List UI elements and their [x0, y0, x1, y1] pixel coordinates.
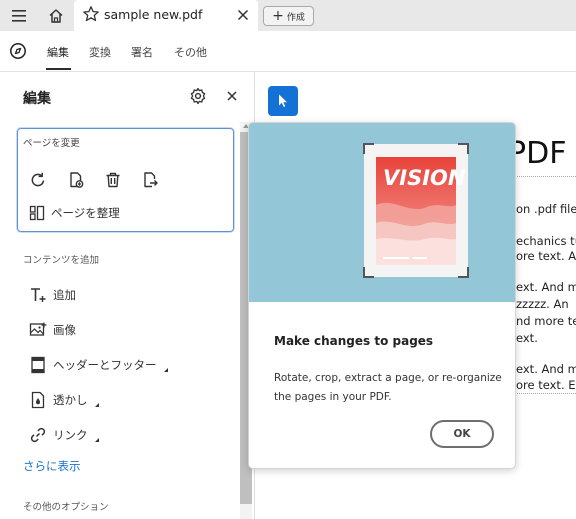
tools-icon[interactable] [9, 42, 27, 60]
text-box-border [514, 176, 576, 177]
watermark-icon [31, 391, 45, 409]
other-options-label: その他のオプション [23, 502, 109, 513]
watermark-label: 透かし [53, 393, 88, 407]
panel-title: 編集 [23, 91, 51, 107]
hamburger-icon [12, 9, 26, 22]
rotate-icon[interactable] [29, 171, 47, 189]
organize-pages-icon [29, 205, 45, 221]
coachmark-illustration: VISION [249, 123, 515, 302]
coachmark-body: Rotate, crop, extract a page, or re-orga… [274, 372, 502, 403]
coachmark-title: Make changes to pages [274, 334, 434, 348]
pdf-text-line: ext. And m [516, 280, 576, 294]
close-icon[interactable] [226, 90, 238, 102]
pdf-text-line: on .pdf file [516, 202, 576, 216]
plus-icon: + [272, 8, 284, 24]
extract-page-icon[interactable] [141, 171, 159, 189]
gear-icon[interactable] [189, 87, 207, 105]
pdf-text-line: zzzzz. An [516, 297, 569, 311]
pdf-heading-text: PDF [508, 136, 567, 171]
add-text-icon [31, 288, 46, 302]
pdf-text-line: ore text. An [516, 249, 576, 263]
pdf-text-line: ore text. Ev [516, 378, 576, 392]
star-icon[interactable] [82, 5, 100, 23]
header-footer-icon [31, 356, 45, 374]
home-button[interactable] [43, 0, 69, 31]
tab-other[interactable]: その他 [174, 44, 207, 60]
link-label: リンク [53, 428, 88, 442]
create-label: 作成 [286, 12, 305, 23]
add-image-label: 画像 [53, 323, 76, 337]
pdf-text-line: ext. [516, 331, 538, 345]
add-text-button[interactable]: 追加 [29, 286, 76, 304]
select-tool-button[interactable] [268, 86, 298, 116]
edit-panel: 編集 ページを変更 ページを整理 コンテンツを追加 追加 画像 ヘッダーとフッタ… [0, 72, 255, 519]
add-text-label: 追加 [53, 288, 76, 302]
link-button[interactable]: リンク [29, 426, 99, 444]
change-pages-label: ページを変更 [23, 138, 80, 149]
show-more-link[interactable]: さらに表示 [23, 458, 81, 474]
tab-title: sample new.pdf [104, 7, 203, 22]
link-icon [30, 427, 46, 443]
home-icon [49, 8, 63, 23]
close-icon[interactable] [236, 8, 250, 22]
tab-sign[interactable]: 署名 [131, 44, 153, 60]
tab-bar: sample new.pdf + 作成 [0, 0, 576, 31]
coachmark-popup: VISION Make changes to pages Rotate, cro… [248, 122, 516, 469]
create-button[interactable]: + 作成 [263, 6, 314, 26]
tab-convert[interactable]: 変換 [89, 44, 111, 60]
poster-title: VISION [383, 166, 466, 190]
text-box-border [514, 393, 576, 394]
poster-illustration: VISION [363, 143, 469, 278]
tool-tabs-row: 編集 変換 署名 その他 [0, 31, 576, 72]
menu-button[interactable] [6, 0, 32, 31]
cursor-arrow-icon [279, 94, 287, 107]
active-tab-indicator [46, 68, 71, 70]
delete-icon[interactable] [104, 171, 122, 189]
change-pages-section: ページを変更 ページを整理 [17, 128, 234, 232]
header-footer-label: ヘッダーとフッター [53, 358, 157, 372]
submenu-caret-icon [163, 368, 168, 372]
header-footer-button[interactable]: ヘッダーとフッター [29, 356, 168, 374]
add-content-label: コンテンツを追加 [23, 255, 100, 266]
pdf-text-line: echanics tu [516, 234, 576, 248]
organize-pages-button[interactable]: ページを整理 [29, 205, 120, 221]
pdf-text-line: ext. And m [516, 362, 576, 376]
pdf-text-line: nd more te [516, 314, 576, 328]
tab-edit[interactable]: 編集 [47, 44, 69, 60]
document-tab[interactable]: sample new.pdf [74, 0, 258, 31]
watermark-button[interactable]: 透かし [29, 391, 99, 409]
submenu-caret-icon [94, 438, 99, 442]
ok-button[interactable]: OK [430, 420, 494, 448]
organize-pages-label: ページを整理 [51, 206, 120, 220]
add-image-button[interactable]: 画像 [29, 321, 76, 339]
submenu-caret-icon [94, 403, 99, 407]
image-icon [29, 322, 47, 336]
insert-page-icon[interactable] [67, 171, 85, 189]
